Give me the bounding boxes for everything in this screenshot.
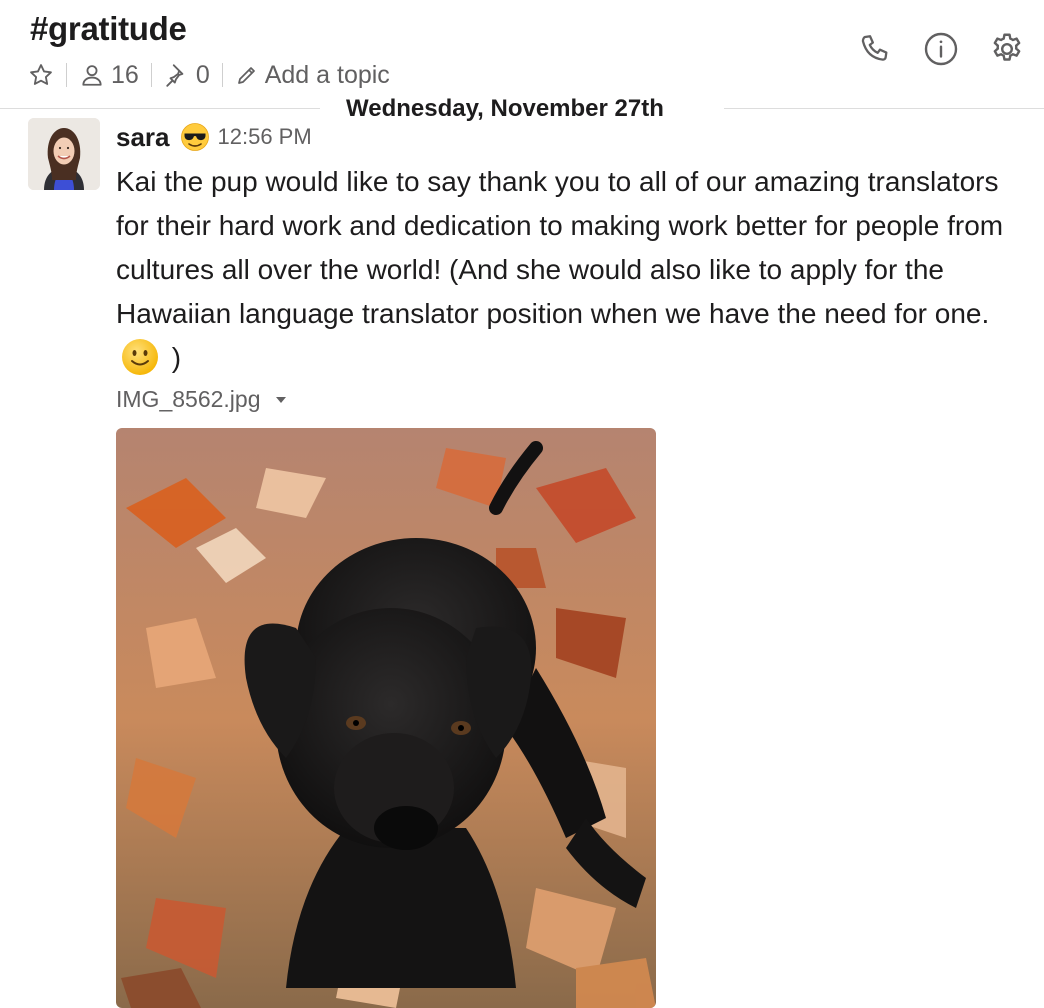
date-divider-line-right (724, 108, 1044, 109)
sender-name[interactable]: sara (116, 122, 170, 153)
channel-meta-row: 16 0 Add a topic (28, 60, 390, 90)
message-text: Kai the pup would like to say thank you … (116, 160, 1016, 380)
caret-down-icon[interactable] (274, 395, 288, 405)
sunglasses-emoji-icon[interactable] (180, 122, 210, 152)
header-actions (856, 30, 1026, 68)
channel-header: #gratitude 16 0 Add a topic (0, 0, 1044, 108)
gear-icon (993, 33, 1021, 61)
star-icon (30, 64, 52, 85)
message-body: sara 12:56 PM Kai the pup would like to … (116, 118, 1016, 413)
star-button[interactable] (28, 62, 54, 88)
message-header: sara 12:56 PM (116, 118, 1016, 156)
date-divider-line-left (0, 108, 320, 109)
message-timestamp[interactable]: 12:56 PM (218, 124, 312, 150)
call-button[interactable] (856, 30, 894, 68)
message-text-part2: ) (171, 342, 182, 373)
attachment-file-name[interactable]: IMG_8562.jpg (116, 386, 260, 413)
pin-icon (166, 64, 184, 87)
phone-icon (861, 35, 888, 61)
member-count: 16 (111, 60, 139, 89)
add-topic-label: Add a topic (264, 60, 390, 89)
pinned-button[interactable]: 0 (164, 61, 210, 90)
info-icon (924, 32, 958, 66)
pencil-icon (237, 67, 255, 84)
attachment-header[interactable]: IMG_8562.jpg (116, 386, 1016, 413)
add-topic-button[interactable]: Add a topic (235, 61, 390, 90)
meta-separator (66, 63, 67, 87)
settings-button[interactable] (988, 30, 1026, 68)
slightly-smiling-face-emoji-icon (122, 338, 158, 375)
members-button[interactable]: 16 (79, 61, 139, 90)
member-icon (82, 65, 102, 86)
avatar-image (28, 118, 100, 190)
message-text-part1: Kai the pup would like to say thank you … (116, 166, 1004, 329)
puppy-photo (116, 428, 656, 1008)
meta-separator (221, 63, 223, 87)
channel-name[interactable]: #gratitude (30, 10, 187, 48)
channel-details-button[interactable] (922, 30, 960, 68)
attachment-image[interactable] (116, 428, 656, 1008)
avatar[interactable] (28, 118, 100, 190)
pinned-count: 0 (195, 60, 210, 89)
meta-separator (150, 63, 152, 87)
